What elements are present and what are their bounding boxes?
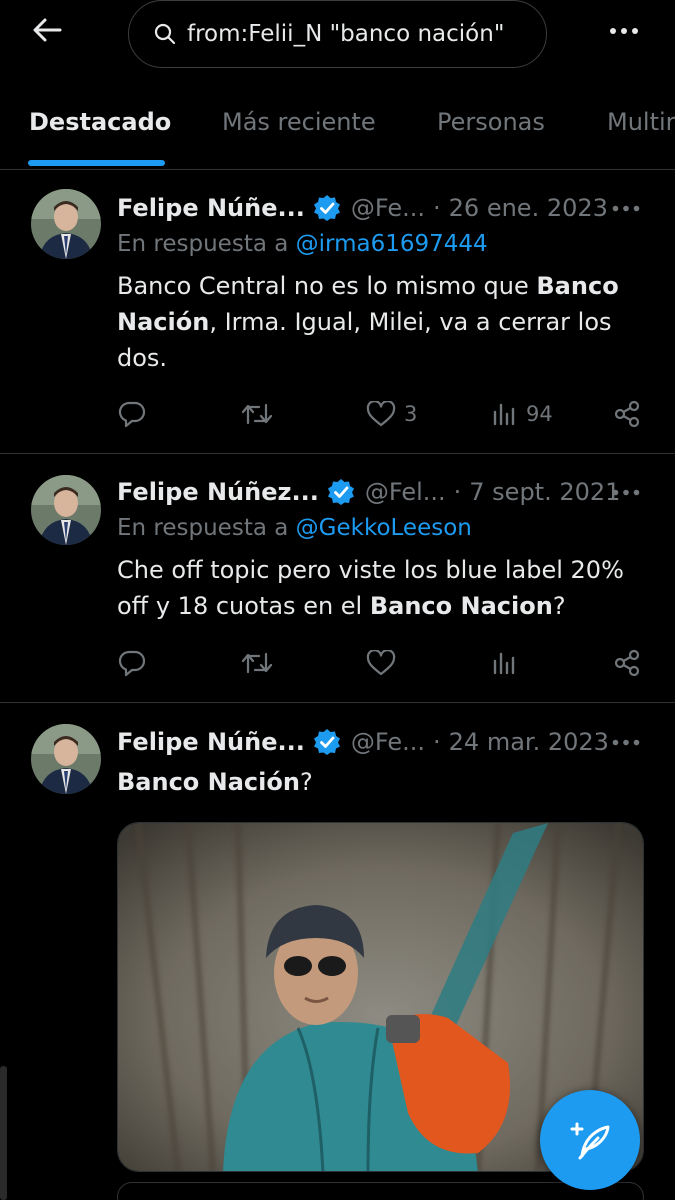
views-icon bbox=[493, 652, 515, 675]
reply-button[interactable] bbox=[117, 394, 147, 434]
more-icon bbox=[610, 28, 638, 34]
reply-mention[interactable]: @irma61697444 bbox=[296, 231, 488, 257]
verified-badge-icon bbox=[313, 729, 340, 755]
scrollbar[interactable] bbox=[0, 1066, 7, 1200]
tweet-date[interactable]: 7 sept. 2021 bbox=[469, 478, 620, 506]
like-button[interactable]: 3 bbox=[366, 394, 417, 434]
reply-icon bbox=[118, 650, 146, 677]
tweet-date[interactable]: 26 ene. 2023 bbox=[449, 194, 608, 222]
share-button[interactable] bbox=[613, 643, 641, 683]
avatar[interactable] bbox=[31, 189, 101, 259]
tweet-header: Felipe Núñe... @Fe... · 26 ene. 2023 bbox=[117, 190, 647, 226]
compose-icon bbox=[570, 1122, 610, 1160]
separator-dot: · bbox=[433, 728, 441, 756]
tweet-more-button[interactable] bbox=[611, 727, 641, 757]
search-input[interactable]: from:Felii_N "banco nación" bbox=[128, 0, 547, 68]
tweet-actions: 3 94 bbox=[117, 394, 647, 434]
like-icon bbox=[366, 401, 396, 427]
handle[interactable]: @Fe... bbox=[351, 194, 425, 222]
views-button[interactable]: 94 bbox=[492, 394, 553, 434]
tab-destacado[interactable]: Destacado bbox=[29, 108, 171, 136]
avatar[interactable] bbox=[31, 475, 101, 545]
views-icon bbox=[493, 403, 515, 426]
more-icon bbox=[612, 739, 640, 745]
retweet-button[interactable] bbox=[241, 394, 273, 434]
handle[interactable]: @Fel... bbox=[365, 478, 446, 506]
share-icon bbox=[614, 400, 640, 428]
tweet-more-button[interactable] bbox=[611, 193, 641, 223]
tab-mas-reciente[interactable]: Más reciente bbox=[222, 108, 376, 136]
retweet-icon bbox=[241, 403, 273, 425]
handle[interactable]: @Fe... bbox=[351, 728, 425, 756]
compose-button[interactable] bbox=[540, 1090, 640, 1190]
tweet-actions bbox=[117, 643, 647, 683]
tweet[interactable]: Felipe Núñez... @Fel... · 7 sept. 2021 E… bbox=[0, 455, 675, 703]
search-tabs: Destacado Más reciente Personas Multir bbox=[0, 92, 675, 170]
like-count: 3 bbox=[404, 402, 418, 426]
tweet-header: Felipe Núñe... @Fe... · 24 mar. 2023 bbox=[117, 724, 647, 760]
display-name[interactable]: Felipe Núñez... bbox=[117, 478, 319, 506]
verified-badge-icon bbox=[327, 479, 354, 505]
search-icon bbox=[154, 23, 176, 45]
verified-badge-icon bbox=[313, 195, 340, 221]
reply-context: En respuesta a @GekkoLeeson bbox=[117, 515, 472, 541]
retweet-button[interactable] bbox=[241, 643, 273, 683]
like-icon bbox=[366, 650, 396, 676]
tweet-text: Che off topic pero viste los blue label … bbox=[117, 552, 637, 624]
active-tab-indicator bbox=[28, 160, 165, 166]
back-arrow-icon bbox=[33, 18, 62, 42]
reply-icon bbox=[118, 401, 146, 428]
tweet-date[interactable]: 24 mar. 2023 bbox=[449, 728, 609, 756]
reply-prefix: En respuesta a bbox=[117, 515, 296, 541]
tweet-text-part: Banco Central no es lo mismo que bbox=[117, 272, 537, 300]
tweet-more-button[interactable] bbox=[611, 477, 641, 507]
tweet[interactable]: Felipe Núñe... @Fe... · 26 ene. 2023 En … bbox=[0, 171, 675, 454]
tweet-text-part: ? bbox=[552, 592, 566, 620]
reply-button[interactable] bbox=[117, 643, 147, 683]
back-button[interactable] bbox=[26, 12, 68, 48]
display-name[interactable]: Felipe Núñe... bbox=[117, 194, 305, 222]
search-query: from:Felii_N "banco nación" bbox=[187, 21, 505, 47]
retweet-icon bbox=[241, 652, 273, 674]
separator-dot: · bbox=[453, 478, 462, 506]
share-icon bbox=[614, 649, 640, 677]
views-button[interactable] bbox=[492, 643, 518, 683]
more-icon bbox=[612, 205, 640, 211]
tweet-text: Banco Central no es lo mismo que Banco N… bbox=[117, 268, 637, 376]
more-options-button[interactable] bbox=[604, 16, 644, 46]
like-button[interactable] bbox=[366, 643, 396, 683]
top-bar: from:Felii_N "banco nación" bbox=[0, 0, 675, 68]
tweet-text: Banco Nación? bbox=[117, 764, 637, 800]
tweet-text-part: ? bbox=[299, 768, 313, 796]
display-name[interactable]: Felipe Núñe... bbox=[117, 728, 305, 756]
share-button[interactable] bbox=[613, 394, 641, 434]
separator-dot: · bbox=[433, 194, 441, 222]
tab-multimedia[interactable]: Multir bbox=[607, 108, 675, 136]
tweet-text-highlight: Banco Nación bbox=[117, 768, 300, 796]
reply-prefix: En respuesta a bbox=[117, 231, 296, 257]
tweet-header: Felipe Núñez... @Fel... · 7 sept. 2021 bbox=[117, 474, 647, 510]
reply-context: En respuesta a @irma61697444 bbox=[117, 231, 488, 257]
next-tweet-card bbox=[117, 1182, 644, 1200]
views-count: 94 bbox=[526, 402, 553, 426]
tab-personas[interactable]: Personas bbox=[437, 108, 545, 136]
more-icon bbox=[612, 489, 640, 495]
avatar[interactable] bbox=[31, 724, 101, 794]
tweet-text-highlight: Banco Nacion bbox=[369, 592, 553, 620]
reply-mention[interactable]: @GekkoLeeson bbox=[296, 515, 472, 541]
